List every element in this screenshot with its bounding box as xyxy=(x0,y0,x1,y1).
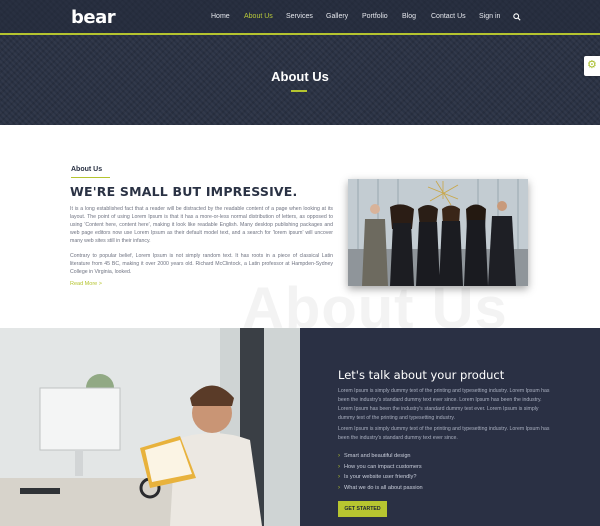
team-photo-illustration xyxy=(348,179,528,286)
nav-services[interactable]: Services xyxy=(286,13,313,20)
about-section: About Us About Us WE'RE SMALL BUT IMPRES… xyxy=(0,125,600,328)
chevron-right-icon: › xyxy=(338,484,340,491)
chevron-right-icon: › xyxy=(338,453,340,459)
list-item: › Is your website user friendly? xyxy=(338,472,423,483)
title-underline xyxy=(291,90,307,92)
about-heading: WE'RE SMALL BUT IMPRESSIVE. xyxy=(70,184,298,199)
product-paragraph-2: Lorem Ipsum is simply dummy text of the … xyxy=(338,426,550,441)
section-label: About Us xyxy=(71,166,103,173)
list-item: › How you can impact customers xyxy=(338,462,423,473)
about-paragraph-2: Contrary to popular belief, Lorem Ipsum … xyxy=(70,253,333,275)
get-started-button[interactable]: GET STARTED xyxy=(338,501,387,517)
product-heading: Let's talk about your product xyxy=(338,368,505,382)
brand-logo[interactable]: bear xyxy=(71,7,116,28)
feature-text: Is your website user friendly? xyxy=(344,474,417,480)
top-navbar: bear Home About Us Services Gallery Port… xyxy=(0,0,600,35)
nav-blog[interactable]: Blog xyxy=(402,13,416,20)
settings-toggle[interactable]: ⚙ xyxy=(584,56,600,76)
feature-text: What we do is all about passion xyxy=(344,484,423,491)
about-paragraph-1: It is a long established fact that a rea… xyxy=(70,206,333,244)
label-underline xyxy=(71,177,110,178)
team-photo xyxy=(348,179,528,286)
nav-sign-in[interactable]: Sign in xyxy=(479,13,500,20)
list-item: › Smart and beautiful design xyxy=(338,451,423,462)
nav-home[interactable]: Home xyxy=(211,13,230,20)
chevron-right-icon: › xyxy=(338,474,340,480)
chevron-right-icon: › xyxy=(338,463,340,470)
gear-icon: ⚙ xyxy=(587,59,597,71)
feature-list: › Smart and beautiful design › How you can… xyxy=(338,451,423,493)
read-more-link[interactable]: Read More > xyxy=(70,281,102,287)
page-title: About Us xyxy=(271,69,329,84)
nav-portfolio[interactable]: Portfolio xyxy=(362,13,388,20)
product-paragraph-1: Lorem Ipsum is simply dummy text of the … xyxy=(338,388,550,421)
office-photo-illustration xyxy=(0,328,300,526)
feature-text: Smart and beautiful design xyxy=(344,453,411,459)
nav-about-us[interactable]: About Us xyxy=(244,13,273,20)
list-item: › What we do is all about passion xyxy=(338,483,423,494)
feature-text: How you can impact customers xyxy=(344,463,422,470)
nav-gallery[interactable]: Gallery xyxy=(326,13,348,20)
nav-contact-us[interactable]: Contact Us xyxy=(431,13,466,20)
search-icon[interactable] xyxy=(513,13,521,21)
office-photo xyxy=(0,328,300,526)
